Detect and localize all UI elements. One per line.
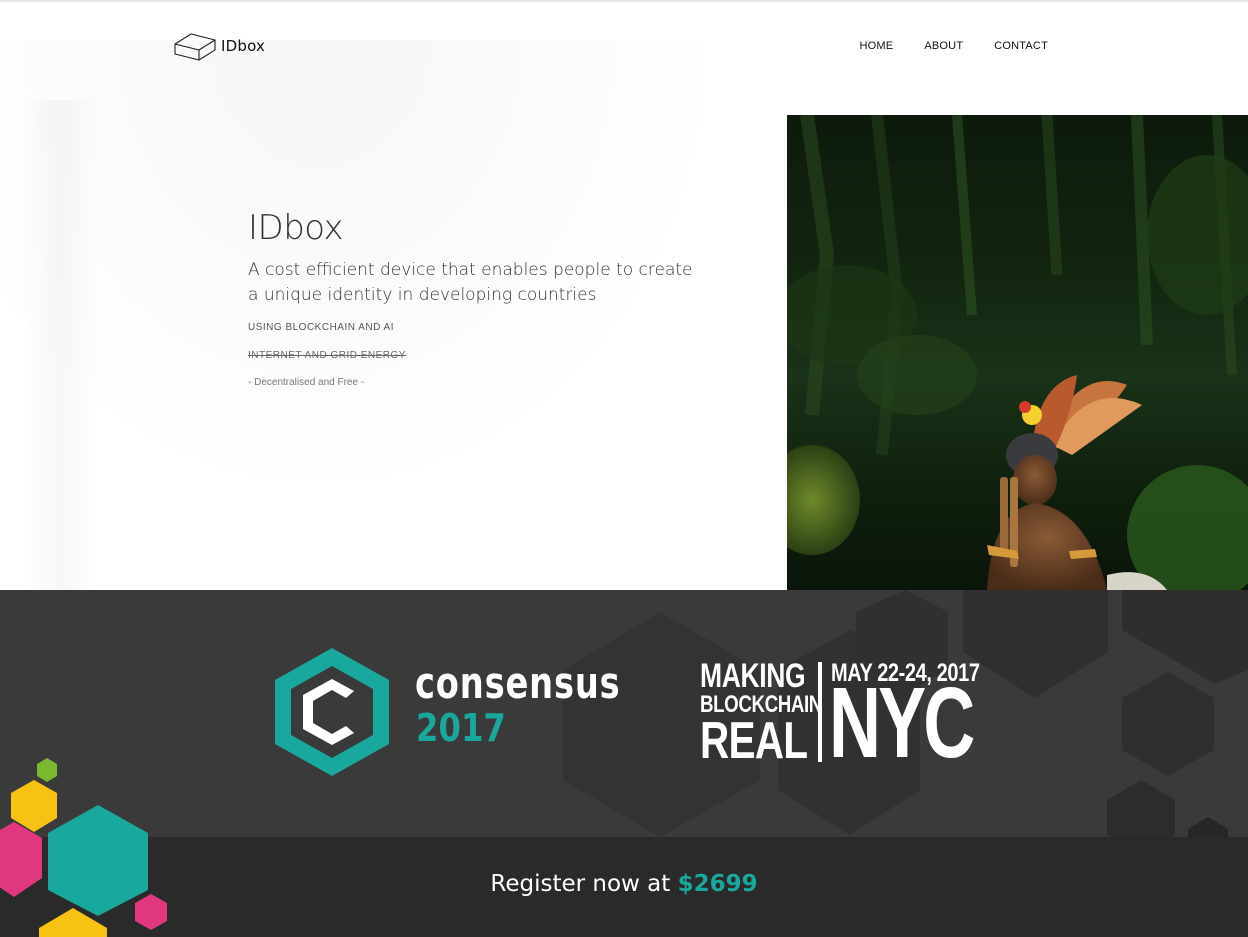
- making-blockchain-real: MAKING BLOCKCHAIN REAL: [700, 657, 822, 770]
- hero-tag-free: - Decentralised and Free -: [248, 377, 365, 388]
- box-logo-icon: [174, 33, 216, 61]
- tagline-line-1: MAKING: [700, 657, 806, 695]
- hero-content: IDbox A cost efficient device that enabl…: [248, 208, 698, 388]
- consensus-year: 2017: [416, 706, 506, 750]
- hero-tag-blockchain: USING BLOCKCHAIN AND AI: [248, 322, 394, 333]
- nav-contact[interactable]: CONTACT: [994, 40, 1048, 52]
- register-cta[interactable]: Register now at $2699: [0, 868, 1248, 900]
- hero-photo: [787, 115, 1248, 590]
- event-city: NYC: [829, 667, 975, 779]
- nav-about[interactable]: ABOUT: [924, 40, 963, 52]
- hero-title: IDbox: [248, 208, 344, 248]
- nav-home[interactable]: HOME: [860, 40, 894, 52]
- banner-divider: [818, 662, 822, 762]
- main-nav: HOME ABOUT CONTACT: [860, 40, 1048, 52]
- hero-photo-illustration: [787, 115, 1248, 590]
- hero-tag-struck: INTERNET AND GRID ENERGY: [248, 350, 406, 361]
- site-logo[interactable]: IDbox: [173, 30, 265, 62]
- consensus-wordmark: consensus: [415, 658, 621, 709]
- hero-shadow-left: [20, 100, 100, 590]
- site-header: IDbox HOME ABOUT CONTACT: [0, 2, 1248, 90]
- register-price: $2699: [677, 871, 758, 897]
- colored-hexagons: [0, 758, 167, 937]
- consensus-c-logo-icon: [275, 648, 389, 776]
- tagline-line-3: REAL: [700, 712, 808, 770]
- consensus-banner[interactable]: consensus 2017 MAKING BLOCKCHAIN REAL MA…: [0, 590, 1248, 937]
- logo-text: IDbox: [221, 37, 266, 55]
- hero-subtitle: A cost efficient device that enables peo…: [248, 260, 693, 305]
- register-text: Register now at: [490, 871, 671, 897]
